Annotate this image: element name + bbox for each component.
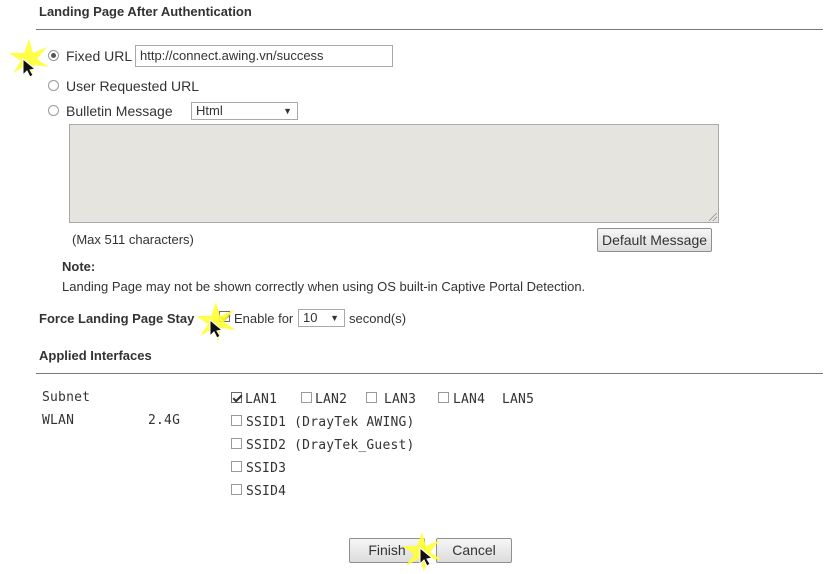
ssid1-label: SSID1 (DrayTek AWING) [246,415,415,430]
ssid2-checkbox[interactable] [231,438,242,449]
lan5-label: LAN5 [502,392,535,407]
bulletin-format-value: Html [196,103,223,118]
ssid2-label: SSID2 (DrayTek_Guest) [246,438,415,453]
section-divider [36,29,823,30]
cancel-button[interactable]: Cancel [436,538,512,563]
ssid4-checkbox[interactable] [231,484,242,495]
lan3-checkbox[interactable] [366,392,377,403]
lan1-label: LAN1 [245,392,278,407]
lan4-checkbox[interactable] [438,392,449,403]
lan1-checkbox[interactable] [231,392,242,403]
ssid1-checkbox[interactable] [231,415,242,426]
note-title: Note: [62,259,96,274]
stay-seconds-select[interactable]: 10 ▼ [298,309,345,327]
bulletin-message-radio[interactable] [48,105,59,116]
stay-seconds-value: 10 [303,310,318,325]
bulletin-message-textarea[interactable] [69,124,719,223]
chevron-down-icon: ▼ [330,313,339,323]
user-requested-url-radio[interactable] [48,80,59,91]
bulletin-message-label: Bulletin Message [66,103,173,119]
applied-interfaces-title: Applied Interfaces [39,348,152,363]
force-landing-stay-label: Force Landing Page Stay [39,311,195,326]
wlan-band-label: 2.4G [148,413,181,428]
ssid4-label: SSID4 [246,484,287,499]
note-text: Landing Page may not be shown correctly … [62,279,586,294]
lan2-label: LAN2 [315,392,348,407]
enable-for-label: Enable for [234,311,294,326]
lan3-label: LAN3 [384,392,417,407]
ssid3-label: SSID3 [246,461,287,476]
subnet-label: Subnet [42,390,91,405]
default-message-button[interactable]: Default Message [597,228,712,252]
seconds-unit-label: second(s) [349,311,407,326]
pointer-highlight-icon [196,302,236,342]
lan4-label: LAN4 [453,392,486,407]
resize-handle-icon[interactable] [709,213,717,221]
chevron-down-icon: ▼ [283,106,292,116]
wlan-label: WLAN [42,413,75,428]
fixed-url-label: Fixed URL [66,48,133,64]
lan2-checkbox[interactable] [301,392,312,403]
ssid3-checkbox[interactable] [231,461,242,472]
landing-section-title: Landing Page After Authentication [39,4,252,19]
user-requested-url-label: User Requested URL [66,78,200,94]
fixed-url-input[interactable]: http://connect.awing.vn/success [135,45,393,67]
pointer-highlight-icon [9,39,49,79]
max-characters-hint: (Max 511 characters) [72,232,194,247]
section-divider [36,373,823,374]
bulletin-format-select[interactable]: Html ▼ [191,102,298,120]
pointer-highlight-icon [402,532,442,572]
